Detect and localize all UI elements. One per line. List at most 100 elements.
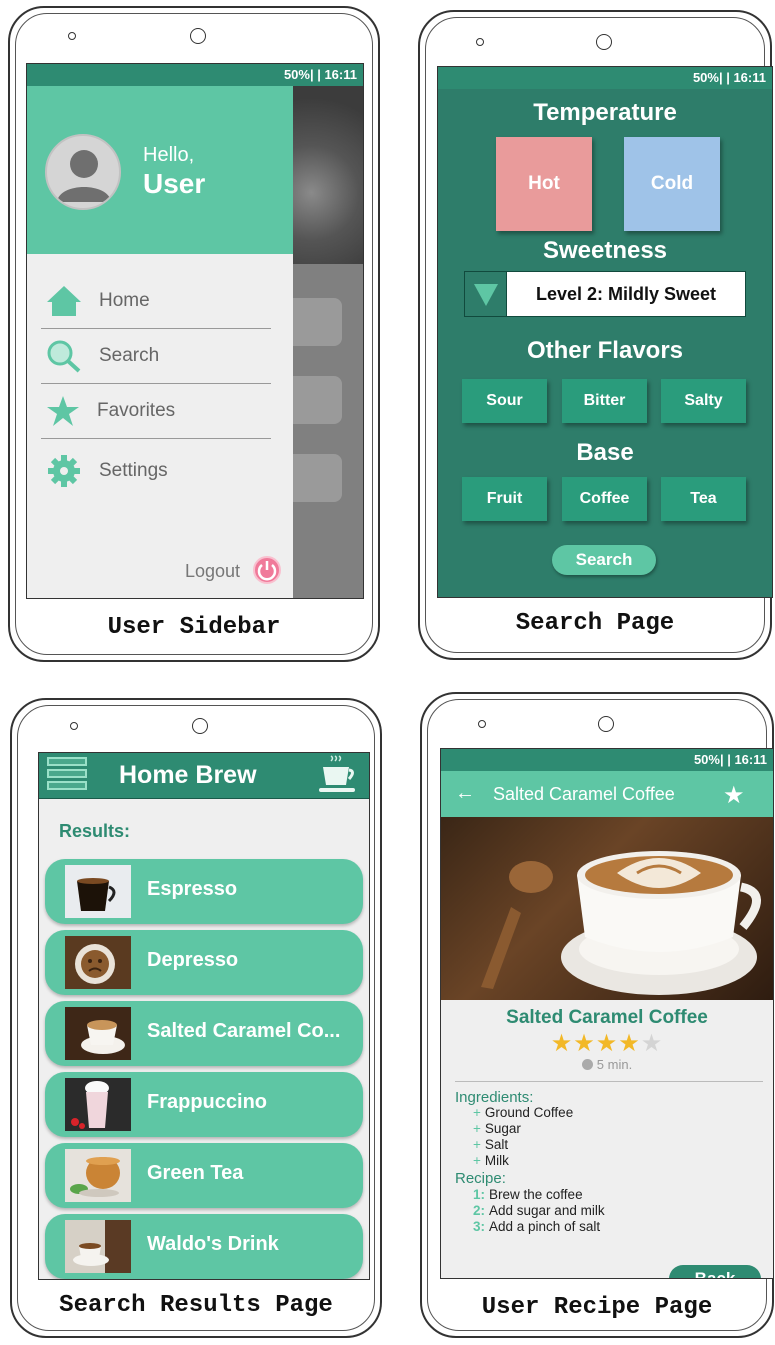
result-item-green-tea[interactable]: Green Tea xyxy=(45,1143,363,1208)
frappuccino-thumbnail xyxy=(65,1078,131,1131)
home-icon xyxy=(47,286,81,316)
sidebar-screen: 50%| | 16:11 Hello, User Home Search Fav… xyxy=(26,63,364,599)
star-filled-icon: ★ xyxy=(550,1030,574,1057)
caption-search: Search Page xyxy=(515,610,675,637)
coffee-cup-icon xyxy=(319,755,355,792)
recipe-screen: 50%| | 16:11 ← Salted Caramel Coffee ★ S… xyxy=(440,748,774,1279)
recipe-name: Salted Caramel Coffee xyxy=(506,1007,708,1028)
sidebar-item-settings[interactable]: Settings xyxy=(41,444,271,499)
speaker-icon xyxy=(476,38,484,46)
camera-icon xyxy=(192,718,208,734)
result-item-frappuccino[interactable]: Frappuccino xyxy=(45,1072,363,1137)
avatar[interactable] xyxy=(45,134,121,210)
speaker-icon xyxy=(478,720,486,728)
phone-frame-search: 50%| | 16:11 Temperature Hot Cold Sweetn… xyxy=(418,10,773,660)
clock-icon xyxy=(581,1059,593,1070)
sidebar-item-favorites[interactable]: Favorites xyxy=(41,384,271,439)
result-name: Frappuccino xyxy=(147,1091,268,1113)
ingredient-item: + Milk xyxy=(473,1153,509,1168)
result-item-espresso[interactable]: Espresso xyxy=(45,859,363,924)
sidebar-item-label: Search xyxy=(99,345,160,366)
star-icon xyxy=(47,396,79,426)
result-item-waldos-drink[interactable]: Waldo's Drink xyxy=(45,1214,363,1279)
status-bar: 50%| | 16:11 xyxy=(27,64,363,86)
power-icon[interactable] xyxy=(253,556,281,584)
result-name: Salted Caramel Co... xyxy=(147,1020,341,1042)
plus-icon: + xyxy=(473,1153,481,1168)
ingredient-item: + Ground Coffee xyxy=(473,1105,574,1120)
caption-results: Search Results Page xyxy=(59,1292,333,1319)
plus-icon: + xyxy=(473,1105,481,1120)
user-silhouette-icon xyxy=(57,150,111,202)
result-item-depresso[interactable]: Depresso xyxy=(45,930,363,995)
search-icon xyxy=(47,340,81,373)
search-body: Temperature Hot Cold Sweetness Level 2: … xyxy=(438,89,772,597)
back-arrow-icon[interactable]: ← xyxy=(455,782,475,805)
sidebar-item-label: Favorites xyxy=(97,400,176,421)
ingredients-list: + Ground Coffee + Sugar + Salt + Milk xyxy=(473,1105,573,1169)
gear-icon xyxy=(48,455,80,487)
status-bar: 50%| | 16:11 xyxy=(441,749,773,771)
sidebar-item-search[interactable]: Search xyxy=(41,329,271,384)
sidebar-item-home[interactable]: Home xyxy=(41,274,271,329)
hot-button[interactable]: Hot xyxy=(496,137,592,231)
plus-icon: + xyxy=(473,1137,481,1152)
coffee-photo xyxy=(441,817,773,1000)
green-tea-thumbnail xyxy=(65,1149,131,1202)
base-coffee-button[interactable]: Coffee xyxy=(562,477,647,521)
star-filled-icon: ★ xyxy=(595,1030,619,1057)
search-button[interactable]: Search xyxy=(552,545,656,575)
flavors-title: Other Flavors xyxy=(526,337,684,364)
sidebar-item-label: Settings xyxy=(99,460,168,481)
divider xyxy=(455,1081,763,1082)
star-rating: ★★★★★ xyxy=(441,1029,773,1058)
sweetness-value: Level 2: Mildly Sweet xyxy=(535,283,717,304)
favorite-star-icon[interactable]: ★ xyxy=(723,781,745,810)
camera-icon xyxy=(598,716,614,732)
prep-time-value: 5 min. xyxy=(596,1057,633,1072)
sweetness-title: Sweetness xyxy=(542,237,668,264)
cold-button[interactable]: Cold xyxy=(624,137,720,231)
camera-icon xyxy=(190,28,206,44)
flavor-bitter-button[interactable]: Bitter xyxy=(562,379,647,423)
step-item: 3: Add a pinch of salt xyxy=(473,1219,601,1234)
star-filled-icon: ★ xyxy=(573,1030,596,1057)
base-tea-button[interactable]: Tea xyxy=(661,477,746,521)
base-fruit-button[interactable]: Fruit xyxy=(462,477,547,521)
steps-list: 1: Brew the coffee 2: Add sugar and milk 3… xyxy=(473,1187,605,1235)
caption-sidebar: User Sidebar xyxy=(107,614,281,641)
flavor-sour-button[interactable]: Sour xyxy=(462,379,547,423)
back-button[interactable]: Back xyxy=(669,1265,761,1278)
app-header: Home Brew xyxy=(39,753,369,799)
step-item: 2: Add sugar and milk xyxy=(473,1203,605,1218)
flavor-salty-button[interactable]: Salty xyxy=(661,379,746,423)
sidebar-item-label: Home xyxy=(99,290,150,311)
sweetness-dropdown[interactable]: Level 2: Mildly Sweet xyxy=(464,271,746,317)
result-name: Depresso xyxy=(147,949,239,971)
speaker-icon xyxy=(68,32,76,40)
greeting-text: Hello, xyxy=(143,144,195,166)
status-bar: 50%| | 16:11 xyxy=(438,67,772,89)
recipe-label: Recipe: xyxy=(455,1170,506,1187)
espresso-thumbnail xyxy=(65,865,131,918)
results-screen: Home Brew Results: Espresso Depresso Sal… xyxy=(38,752,370,1280)
ingredients-label: Ingredients: xyxy=(455,1089,534,1106)
logout-label[interactable]: Logout xyxy=(185,561,240,582)
temperature-title: Temperature xyxy=(533,99,677,126)
star-filled-icon: ★ xyxy=(618,1030,641,1057)
result-name: Green Tea xyxy=(147,1162,244,1184)
menu-hamburger-icon[interactable] xyxy=(47,757,87,795)
search-screen: 50%| | 16:11 Temperature Hot Cold Sweetn… xyxy=(437,66,773,598)
step-item: 1: Brew the coffee xyxy=(473,1187,583,1202)
recipe-header-title: Salted Caramel Coffee xyxy=(493,784,675,804)
waldos-drink-thumbnail xyxy=(65,1220,131,1273)
salted-caramel-thumbnail xyxy=(65,1007,131,1060)
username-text: User xyxy=(143,168,206,199)
result-name: Espresso xyxy=(147,878,238,900)
phone-frame-recipe: 50%| | 16:11 ← Salted Caramel Coffee ★ S… xyxy=(420,692,774,1338)
dropdown-arrow[interactable] xyxy=(465,272,507,316)
result-item-salted-caramel[interactable]: Salted Caramel Co... xyxy=(45,1001,363,1066)
app-title: Home Brew xyxy=(119,761,257,789)
sidebar-header: Hello, User xyxy=(27,86,293,254)
depresso-thumbnail xyxy=(65,936,131,989)
